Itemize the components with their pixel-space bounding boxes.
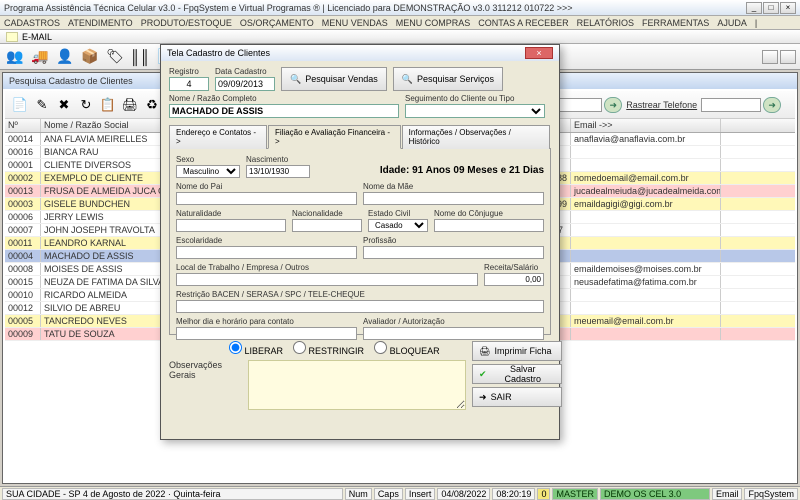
tool-box-icon[interactable]: 📦 <box>79 46 101 68</box>
status-location: SUA CIDADE - SP 4 de Agosto de 2022 · Qu… <box>2 488 343 500</box>
tab-endereco[interactable]: Endereço e Contatos -> <box>169 125 267 149</box>
modal-titlebar: Tela Cadastro de Clientes × <box>161 45 559 61</box>
edit-icon[interactable]: ✎ <box>32 95 52 115</box>
menu-ajuda[interactable]: AJUDA <box>717 16 747 29</box>
imprimir-button[interactable]: 🖨 Imprimir Ficha <box>472 341 562 361</box>
col-email[interactable]: Email ->> <box>571 119 721 132</box>
col-num[interactable]: Nº <box>5 119 41 132</box>
obs-label: Observações Gerais <box>169 360 244 410</box>
minimize-button[interactable]: _ <box>746 2 762 14</box>
nascimento-input[interactable] <box>246 165 310 178</box>
registro-input[interactable] <box>169 77 209 91</box>
delete-icon[interactable]: ✖ <box>54 95 74 115</box>
print2-icon[interactable]: 🖨 <box>120 95 140 115</box>
tool-users-icon[interactable]: 👥 <box>4 46 26 68</box>
app-titlebar: Programa Assistência Técnica Celular v3.… <box>0 0 800 16</box>
search-go2-button[interactable]: ➜ <box>604 97 622 113</box>
menu-relatorios[interactable]: RELATÓRIOS <box>577 16 634 29</box>
menu-cadastros[interactable]: CADASTROS <box>4 16 60 29</box>
rast-tel-label: Rastrear Telefone <box>626 100 697 110</box>
subwin-min-button[interactable] <box>762 50 778 64</box>
rast-tel-input[interactable] <box>701 98 761 112</box>
seguimento-select[interactable] <box>405 104 545 118</box>
email-label[interactable]: E-MAIL <box>22 32 52 42</box>
menu-vendas[interactable]: MENU VENDAS <box>322 16 388 29</box>
pesq-vendas-button[interactable]: 🔍 Pesquisar Vendas <box>281 67 387 91</box>
status-email[interactable]: Email <box>712 488 743 500</box>
tab-filiacao[interactable]: Filiação e Avaliação Financeira -> <box>268 125 401 149</box>
status-demo: DEMO OS CEL 3.0 <box>600 488 710 500</box>
menu-atendimento[interactable]: ATENDIMENTO <box>68 16 133 29</box>
radio-liberar[interactable]: LIBERAR <box>229 341 283 356</box>
mail-icon <box>6 32 18 42</box>
status-count: 0 <box>537 488 550 500</box>
tool-suppliers-icon[interactable]: 🚚 <box>29 46 51 68</box>
radio-bloquear[interactable]: BLOQUEAR <box>374 341 440 356</box>
salvar-button[interactable]: ✔ Salvar Cadastro <box>472 364 562 384</box>
nome-completo-input[interactable] <box>169 104 399 118</box>
status-sys[interactable]: FpqSystem <box>744 488 798 500</box>
sexo-select[interactable]: Masculino <box>176 165 240 178</box>
obs-textarea[interactable] <box>248 360 466 410</box>
recycle-icon[interactable]: ♻ <box>142 95 162 115</box>
tool-sellers-icon[interactable]: 👤 <box>54 46 76 68</box>
status-bar: SUA CIDADE - SP 4 de Agosto de 2022 · Qu… <box>0 486 800 500</box>
horario-input[interactable] <box>176 327 357 340</box>
radio-restringir[interactable]: RESTRINGIR <box>293 341 364 356</box>
escolaridade-input[interactable] <box>176 246 357 259</box>
restricao-input[interactable] <box>176 300 544 313</box>
menu-produto[interactable]: PRODUTO/ESTOQUE <box>141 16 232 29</box>
copy-icon[interactable]: 📋 <box>98 95 118 115</box>
estado-civil-select[interactable]: Casado <box>368 219 428 232</box>
sair-button[interactable]: ➜ SAIR <box>472 387 562 407</box>
status-insert: Insert <box>405 488 436 500</box>
idade-label: Idade: 91 Anos 09 Meses e 21 Dias <box>316 155 544 178</box>
conjuge-input[interactable] <box>434 219 544 232</box>
menu-os[interactable]: OS/ORÇAMENTO <box>240 16 314 29</box>
maximize-button[interactable]: □ <box>763 2 779 14</box>
status-date: 04/08/2022 <box>437 488 490 500</box>
status-time: 08:20:19 <box>492 488 535 500</box>
profissao-input[interactable] <box>363 246 544 259</box>
nacionalidade-input[interactable] <box>292 219 362 232</box>
cadastro-modal: Tela Cadastro de Clientes × Registro Dat… <box>160 44 560 440</box>
tool-barcode-icon[interactable]: ║║ <box>129 46 151 68</box>
menu-compras[interactable]: MENU COMPRAS <box>396 16 471 29</box>
new-icon[interactable]: 📄 <box>10 95 30 115</box>
trabalho-input[interactable] <box>176 273 478 286</box>
refresh-icon[interactable]: ↻ <box>76 95 96 115</box>
subwin-close-button[interactable] <box>780 50 796 64</box>
email-bar: E-MAIL <box>0 30 800 44</box>
status-num: Num <box>345 488 372 500</box>
app-title: Programa Assistência Técnica Celular v3.… <box>4 3 746 13</box>
avaliador-input[interactable] <box>363 327 544 340</box>
menu-ferramentas[interactable]: FERRAMENTAS <box>642 16 709 29</box>
data-cadastro-input[interactable] <box>215 77 275 91</box>
pesq-servicos-button[interactable]: 🔍 Pesquisar Serviços <box>393 67 503 91</box>
status-master: MASTER <box>552 488 598 500</box>
mae-input[interactable] <box>363 192 544 205</box>
pai-input[interactable] <box>176 192 357 205</box>
search-go3-button[interactable]: ➜ <box>763 97 781 113</box>
menu-receber[interactable]: CONTAS A RECEBER <box>478 16 568 29</box>
salario-input[interactable] <box>484 273 544 286</box>
tab-informacoes[interactable]: Informações / Observações / Histórico <box>402 125 550 149</box>
main-menu: CADASTROS ATENDIMENTO PRODUTO/ESTOQUE OS… <box>0 16 800 30</box>
modal-title: Tela Cadastro de Clientes <box>167 48 270 58</box>
status-caps: Caps <box>374 488 403 500</box>
tab-filiacao-pane: SexoMasculino Nascimento Idade: 91 Anos … <box>169 149 551 335</box>
close-button[interactable]: × <box>780 2 796 14</box>
naturalidade-input[interactable] <box>176 219 286 232</box>
tool-brands-icon[interactable]: 🏷 <box>104 46 126 68</box>
modal-close-button[interactable]: × <box>525 47 553 59</box>
